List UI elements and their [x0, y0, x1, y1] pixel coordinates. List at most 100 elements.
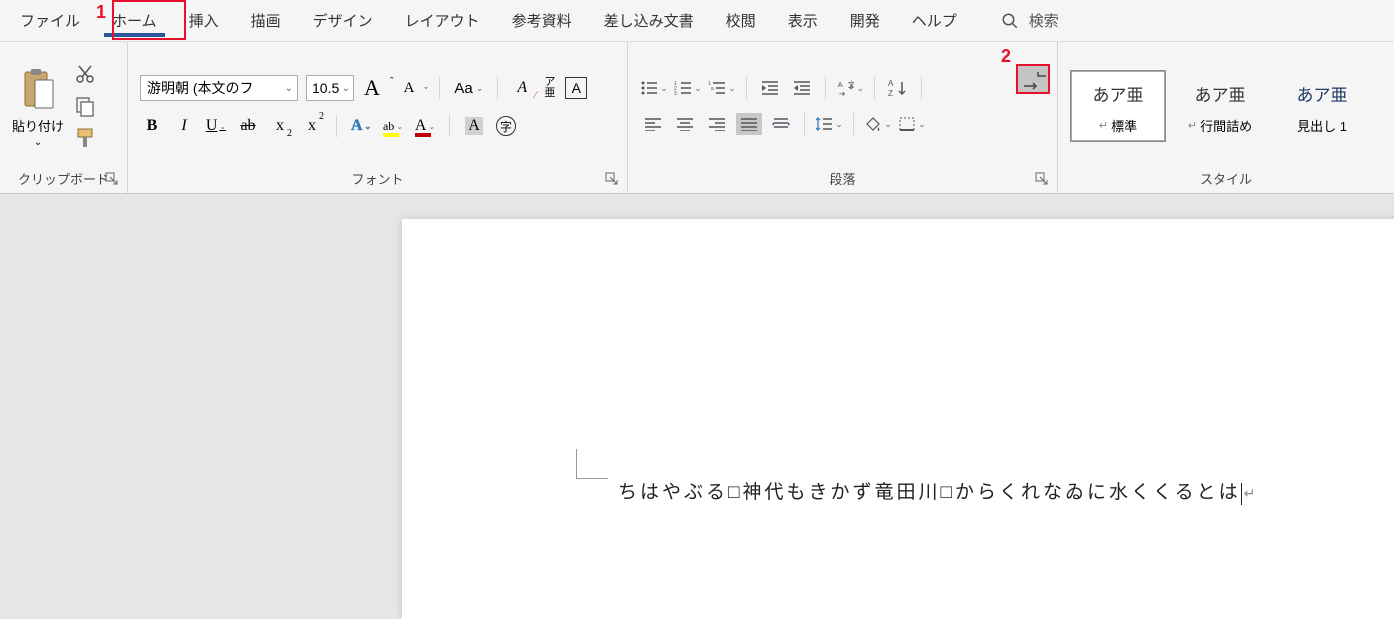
numbering-button[interactable]: 123 ⌄	[674, 77, 702, 99]
sort-icon: AZ	[887, 78, 909, 98]
chevron-down-icon: ⌄	[856, 83, 864, 94]
align-right-button[interactable]	[704, 113, 730, 135]
justify-button[interactable]	[736, 113, 762, 135]
menu-bar: ファイル ホーム 挿入 描画 デザイン レイアウト 参考資料 差し込み文書 校閲…	[0, 0, 1394, 42]
annotation-box-2	[1016, 64, 1050, 94]
document-text[interactable]: ちはやぶる□神代もきかず竜田川□からくれなゐに水くくるとは↵	[618, 477, 1258, 505]
bullets-button[interactable]: ⌄	[640, 77, 668, 99]
separator	[853, 113, 854, 135]
line-spacing-button[interactable]: ⌄	[815, 113, 843, 135]
cut-icon[interactable]	[74, 63, 96, 85]
subscript-button[interactable]: x	[268, 115, 292, 137]
sort-button[interactable]: AZ	[885, 77, 911, 99]
search-label: 検索	[1029, 10, 1059, 31]
underline-label: U	[206, 117, 218, 135]
chevron-down-icon: ⌄	[476, 83, 484, 94]
clipboard-group-label: クリップボード	[18, 169, 109, 188]
style-heading-1[interactable]: あア亜 見出し 1	[1274, 70, 1370, 142]
font-name-value: 游明朝 (本文のフ	[147, 78, 254, 98]
svg-text:A: A	[888, 79, 894, 88]
font-color-button[interactable]: A⌄	[413, 115, 437, 137]
dialog-launcher-icon[interactable]	[1035, 172, 1049, 186]
menu-developer[interactable]: 開発	[834, 2, 896, 39]
chevron-down-icon: ⌄	[342, 83, 350, 94]
align-left-button[interactable]	[640, 113, 666, 135]
phonetic-guide-button[interactable]: ア 亜	[542, 77, 557, 99]
style-preview: あア亜	[1195, 81, 1246, 106]
style-no-spacing[interactable]: あア亜 ↵行間詰め	[1172, 70, 1268, 142]
separator	[439, 77, 440, 99]
menu-mailings[interactable]: 差し込み文書	[588, 2, 710, 39]
align-right-icon	[708, 117, 726, 131]
bold-button[interactable]: B	[140, 115, 164, 137]
document-body-text: ちはやぶる□神代もきかず竜田川□からくれなゐに水くくるとは	[618, 482, 1241, 503]
menu-help[interactable]: ヘルプ	[896, 2, 973, 39]
multilevel-list-button[interactable]: 1a ⌄	[708, 77, 736, 99]
increase-indent-button[interactable]	[789, 77, 815, 99]
group-font: 游明朝 (本文のフ ⌄ 10.5 ⌄ A ˆ A ˇ Aa ⌄ A⁄	[128, 42, 628, 193]
menu-references[interactable]: 参考資料	[496, 2, 588, 39]
dialog-launcher-icon[interactable]	[105, 172, 119, 186]
italic-button[interactable]: I	[172, 115, 196, 137]
svg-text:A: A	[838, 80, 844, 89]
separator	[746, 77, 747, 99]
change-case-button[interactable]: Aa ⌄	[452, 80, 485, 97]
menu-review[interactable]: 校閲	[710, 2, 772, 39]
shade-label: A	[465, 117, 483, 135]
text-effects-button[interactable]: A⌄	[349, 115, 373, 137]
shrink-caret-icon: ˇ	[424, 86, 427, 96]
search-box[interactable]: 検索	[1001, 10, 1059, 31]
menu-view[interactable]: 表示	[772, 2, 834, 39]
chevron-down-icon: ⌄	[34, 137, 42, 148]
chevron-down-icon: ⌄	[364, 122, 371, 131]
justify-icon	[740, 117, 758, 131]
shrink-font-button[interactable]: A	[402, 80, 417, 97]
menu-layout[interactable]: レイアウト	[389, 2, 496, 39]
format-painter-icon[interactable]	[74, 127, 96, 149]
highlight-button[interactable]: ab⌄	[381, 115, 405, 137]
distribute-button[interactable]	[768, 113, 794, 135]
superscript-button[interactable]: x	[300, 115, 324, 137]
highlight-swatch	[383, 133, 399, 137]
grow-font-button[interactable]: A	[362, 75, 382, 101]
menu-design[interactable]: デザイン	[297, 2, 389, 39]
style-normal[interactable]: あア亜 ↵標準	[1070, 70, 1166, 142]
chevron-down-icon: ⌄	[918, 119, 926, 130]
paste-button[interactable]: 貼り付け ⌄	[6, 64, 70, 148]
paragraph-mark-icon: ↵	[1244, 487, 1259, 502]
font-name-combo[interactable]: 游明朝 (本文のフ ⌄	[140, 75, 298, 101]
circled-label: 字	[496, 116, 516, 136]
grow-caret-icon: ˆ	[390, 76, 394, 88]
annotation-1: 1	[96, 2, 106, 23]
highlight-label: ab	[383, 119, 394, 134]
chevron-down-icon: ⌄	[728, 83, 736, 94]
distribute-icon	[771, 117, 791, 131]
text-cursor	[1241, 483, 1242, 505]
text-direction-button[interactable]: A文 ⌄	[836, 77, 864, 99]
margin-guide	[576, 449, 608, 479]
underline-button[interactable]: U⌄	[204, 115, 228, 137]
character-shading-button[interactable]: A	[462, 115, 486, 137]
shading-button[interactable]: ⌄	[864, 113, 892, 135]
menu-file[interactable]: ファイル	[4, 2, 96, 39]
menu-draw[interactable]: 描画	[235, 2, 297, 39]
font-size-combo[interactable]: 10.5 ⌄	[306, 75, 354, 101]
paste-label: 貼り付け	[12, 116, 64, 135]
strikethrough-button[interactable]: ab	[236, 115, 260, 137]
chevron-down-icon: ⌄	[660, 83, 668, 94]
align-center-button[interactable]	[672, 113, 698, 135]
case-label: Aa	[454, 80, 472, 97]
enclose-characters-button[interactable]: 字	[494, 115, 518, 137]
pilcrow-icon: ↵	[1188, 119, 1197, 132]
separator	[497, 77, 498, 99]
copy-icon[interactable]	[74, 95, 96, 117]
chevron-down-icon: ⌄	[428, 122, 435, 131]
search-icon	[1001, 12, 1019, 30]
document-page[interactable]: ちはやぶる□神代もきかず竜田川□からくれなゐに水くくるとは↵	[402, 219, 1394, 619]
borders-button[interactable]: ⌄	[898, 113, 926, 135]
decrease-indent-button[interactable]	[757, 77, 783, 99]
character-border-button[interactable]: A	[565, 77, 587, 99]
clear-formatting-button[interactable]: A⁄	[510, 77, 534, 99]
clipboard-icon	[19, 68, 57, 112]
dialog-launcher-icon[interactable]	[605, 172, 619, 186]
